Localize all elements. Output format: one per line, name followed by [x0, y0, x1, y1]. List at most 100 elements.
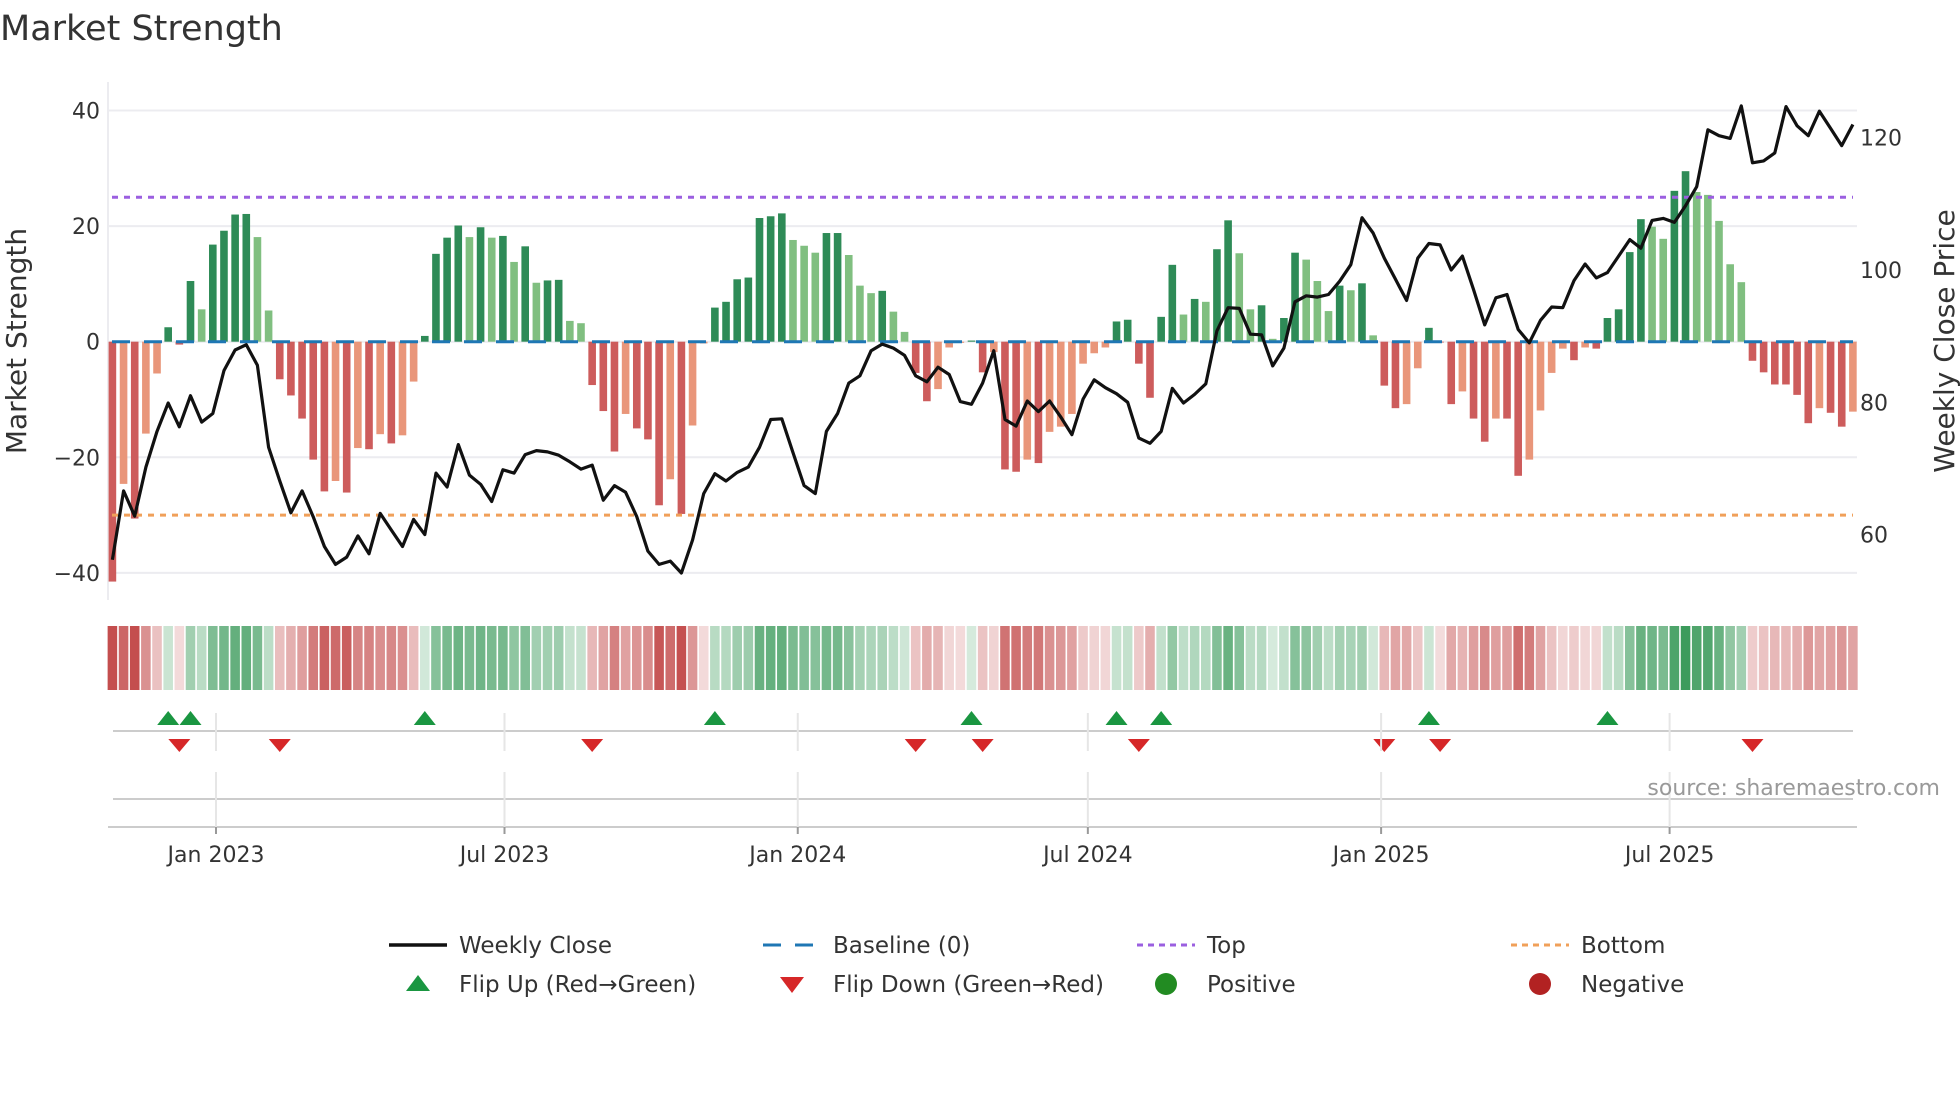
- strip-cell: [944, 626, 954, 690]
- strip-cell: [1156, 626, 1166, 690]
- strength-bar: [1648, 226, 1656, 342]
- strength-bar: [1224, 220, 1232, 342]
- strip-cell: [520, 626, 530, 690]
- strip-cell: [1234, 626, 1245, 690]
- legend-label: Top: [1206, 933, 1246, 959]
- strength-bar: [1570, 341, 1578, 361]
- strength-bar: [1090, 341, 1099, 354]
- strength-bar: [142, 341, 150, 434]
- strip-cell: [1401, 626, 1412, 690]
- strength-bar: [588, 341, 596, 386]
- legend-label: Flip Up (Red→Green): [459, 972, 696, 998]
- strip-cell: [1424, 626, 1434, 690]
- strip-cell: [230, 626, 240, 690]
- strip-cell: [654, 626, 664, 690]
- strip-cell: [1602, 626, 1613, 690]
- strip-cell: [464, 626, 475, 690]
- strip-cell: [141, 626, 151, 690]
- strength-bar: [1079, 341, 1087, 364]
- strip-cell: [910, 626, 921, 690]
- strip-cell: [877, 626, 888, 690]
- strength-bar: [320, 341, 329, 492]
- strength-heat-strip: [107, 626, 1858, 690]
- strip-cell: [330, 626, 341, 690]
- strip-cell: [308, 626, 319, 690]
- right-axis-ticks: 120 100 80 60: [1860, 127, 1902, 549]
- strength-bar: [644, 341, 652, 440]
- strip-cell: [1000, 626, 1010, 690]
- strength-bar: [1402, 341, 1411, 405]
- strength-bar: [554, 279, 563, 342]
- strip-cell: [955, 626, 966, 690]
- strength-bar: [1045, 341, 1054, 432]
- strip-cell: [1055, 626, 1066, 690]
- weekly-close-path: [110, 104, 1855, 575]
- strip-cell: [1836, 626, 1847, 690]
- y-axis-label: Market Strength: [0, 228, 33, 454]
- strength-bar: [1413, 341, 1422, 369]
- strip-cell: [509, 626, 519, 690]
- strength-bar: [1235, 253, 1244, 342]
- strip-cell: [1591, 626, 1602, 690]
- strip-cell: [163, 626, 173, 690]
- strength-bar: [287, 341, 295, 396]
- legend-label: Weekly Close: [459, 933, 612, 959]
- strip-cell: [1334, 626, 1345, 690]
- strip-cell: [1781, 626, 1791, 690]
- strip-cell: [1703, 626, 1713, 690]
- y2-axis-label: Weekly Close Price: [1928, 209, 1960, 472]
- strip-cell: [1535, 626, 1546, 690]
- strength-bar: [398, 341, 407, 436]
- strength-bar: [1034, 341, 1043, 464]
- flip-down-marker: [168, 739, 191, 752]
- strength-bar: [900, 331, 909, 342]
- strip-cell: [743, 626, 754, 690]
- strip-cell: [1446, 626, 1457, 690]
- strength-bar: [465, 237, 474, 342]
- strip-cell: [375, 626, 385, 690]
- strength-bar: [499, 235, 507, 342]
- strength-bar: [476, 227, 485, 342]
- strength-bar: [566, 320, 574, 342]
- strength-bar: [1726, 264, 1734, 342]
- strip-cell: [252, 626, 263, 690]
- strip-cell: [219, 626, 229, 690]
- strength-bar: [1123, 319, 1132, 342]
- strength-bar: [1692, 191, 1701, 342]
- strip-cell: [777, 626, 787, 690]
- strip-cell: [1178, 626, 1189, 690]
- strength-bar: [923, 341, 931, 402]
- strength-bar: [1737, 282, 1746, 342]
- strip-cell: [1792, 626, 1802, 690]
- strip-cell: [598, 626, 609, 690]
- strip-cell: [1323, 626, 1334, 690]
- strip-cell: [208, 626, 218, 690]
- legend-item-positive: Positive: [1155, 972, 1296, 998]
- legend-label: Baseline (0): [833, 933, 970, 959]
- strength-bar: [1625, 252, 1634, 342]
- strip-cell: [364, 626, 374, 690]
- strength-bar: [454, 225, 463, 342]
- strip-cell: [1067, 626, 1077, 690]
- strip-cell: [1580, 626, 1590, 690]
- x-tick-label: Jul 2024: [1041, 843, 1133, 868]
- strength-bar: [532, 282, 541, 342]
- strength-bar: [934, 341, 942, 390]
- strip-cell: [353, 626, 363, 690]
- strength-bar: [1135, 341, 1143, 364]
- strip-cell: [1613, 626, 1624, 690]
- y2-tick-label: 60: [1860, 524, 1888, 549]
- strength-bar: [800, 245, 808, 342]
- legend-item-bottom: Bottom: [1511, 933, 1665, 959]
- strength-bar: [632, 341, 641, 429]
- strip-cell: [1770, 626, 1780, 690]
- flip-up-marker: [703, 711, 726, 725]
- left-axis-ticks: 40 20 0 −20 −40: [54, 100, 100, 587]
- y-tick-label: −20: [54, 446, 100, 471]
- strength-bar: [275, 341, 284, 380]
- strength-bar: [432, 253, 440, 342]
- strength-bar: [711, 307, 719, 342]
- strip-cell: [1189, 626, 1200, 690]
- strength-bar: [1793, 341, 1801, 395]
- strength-bar: [1168, 264, 1177, 342]
